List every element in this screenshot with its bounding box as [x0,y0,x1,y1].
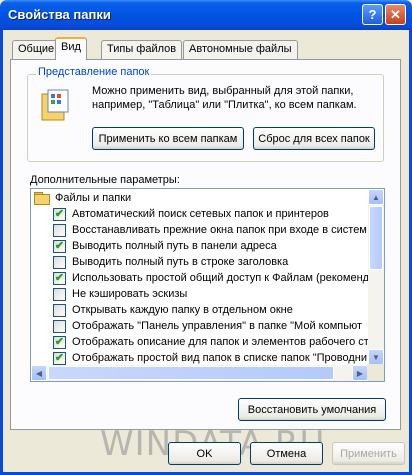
checkbox-unchecked[interactable] [53,255,66,269]
advanced-settings-list[interactable]: Файлы и папки ✔ Автоматический поиск сете… [30,188,385,382]
horizontal-scroll-thumb[interactable] [48,366,334,380]
list-item-label: Использовать простой общий доступ к Файл… [72,272,370,284]
list-item[interactable]: ✔ Отображать простой вид папок в списке п… [53,350,384,366]
folder-views-title: Представление папок [36,66,152,78]
close-button[interactable]: ✕ [385,4,406,25]
tree-root-label: Файлы и папки [55,192,132,204]
checkbox-checked[interactable]: ✔ [53,207,66,221]
checkbox-unchecked[interactable] [53,319,66,333]
apply-to-all-folders-button[interactable]: Применить ко всем папкам [92,127,244,150]
help-button[interactable]: ? [362,4,383,25]
restore-defaults-button[interactable]: Восстановить умолчания [238,398,386,421]
list-item-label: Отображать "Панель управления" в папке "… [72,320,363,332]
ok-button[interactable]: OK [168,442,241,465]
scroll-right-icon[interactable]: ▶ [352,365,368,381]
list-item[interactable]: ✔ Автоматический поиск сетевых папок и пр… [53,206,384,222]
vertical-scroll-thumb[interactable] [369,206,383,270]
list-item[interactable]: Выводить полный путь в строке заголовка [53,254,384,270]
scroll-up-icon[interactable]: ▲ [368,189,384,205]
scroll-down-icon[interactable]: ▼ [368,349,384,365]
tab-view[interactable]: Вид [55,37,87,60]
list-item[interactable]: ✔ Отображать описание для папок и элемент… [53,334,384,350]
checkbox-checked[interactable]: ✔ [53,351,66,365]
checkbox-checked[interactable]: ✔ [53,239,66,253]
list-item-label: Отображать простой вид папок в списке па… [72,352,367,364]
apply-button: Применить [332,442,405,465]
checkbox-unchecked[interactable] [53,223,66,237]
list-item-label: Выводить полный путь в строке заголовка [72,256,289,268]
advanced-settings-label: Дополнительные параметры: [30,174,180,186]
list-item[interactable]: Отображать "Панель управления" в папке "… [53,318,384,334]
list-item[interactable]: ✔ Выводить полный путь в панели адреса [53,238,384,254]
checkbox-unchecked[interactable] [53,287,66,301]
window-title: Свойства папки [8,7,111,22]
folder-icon [34,192,50,205]
folder-views-description: Можно применить вид, выбранный для этой … [92,85,357,111]
title-bar[interactable]: Свойства папки ? ✕ [0,0,412,30]
list-item-label: Открывать каждую папку в отдельном окне [72,304,293,316]
checkbox-checked[interactable]: ✔ [53,271,66,285]
vertical-scrollbar[interactable]: ▲ ▼ [368,189,384,365]
horizontal-scrollbar[interactable]: ◀ ▶ [31,365,368,381]
reset-all-folders-button[interactable]: Сброс для всех папок [253,127,375,150]
list-item-label: Восстанавливать прежние окна папок при в… [72,224,367,236]
scroll-left-icon[interactable]: ◀ [31,365,47,381]
folder-view-icon [41,89,69,121]
checkbox-unchecked[interactable] [53,303,66,317]
list-item-label: Выводить полный путь в панели адреса [72,240,277,252]
list-item[interactable]: Открывать каждую папку в отдельном окне [53,302,384,318]
list-item-label: Автоматический поиск сетевых папок и при… [72,208,329,220]
tab-offline-files[interactable]: Автономные файлы [183,40,298,59]
list-item[interactable]: Восстанавливать прежние окна папок при в… [53,222,384,238]
list-item-label: Отображать описание для папок и элементо… [72,336,369,348]
tab-general[interactable]: Общие [12,40,61,59]
scroll-corner [367,364,384,381]
cancel-button[interactable]: Отмена [250,442,323,465]
checkbox-checked[interactable]: ✔ [53,335,66,349]
list-item[interactable]: Не кэшировать эскизы [53,286,384,302]
list-item[interactable]: ✔ Использовать простой общий доступ к Фай… [53,270,384,286]
tab-file-types[interactable]: Типы файлов [101,40,183,59]
tree-root-files-and-folders[interactable]: Файлы и папки [34,190,372,206]
list-item-label: Не кэшировать эскизы [72,288,188,300]
